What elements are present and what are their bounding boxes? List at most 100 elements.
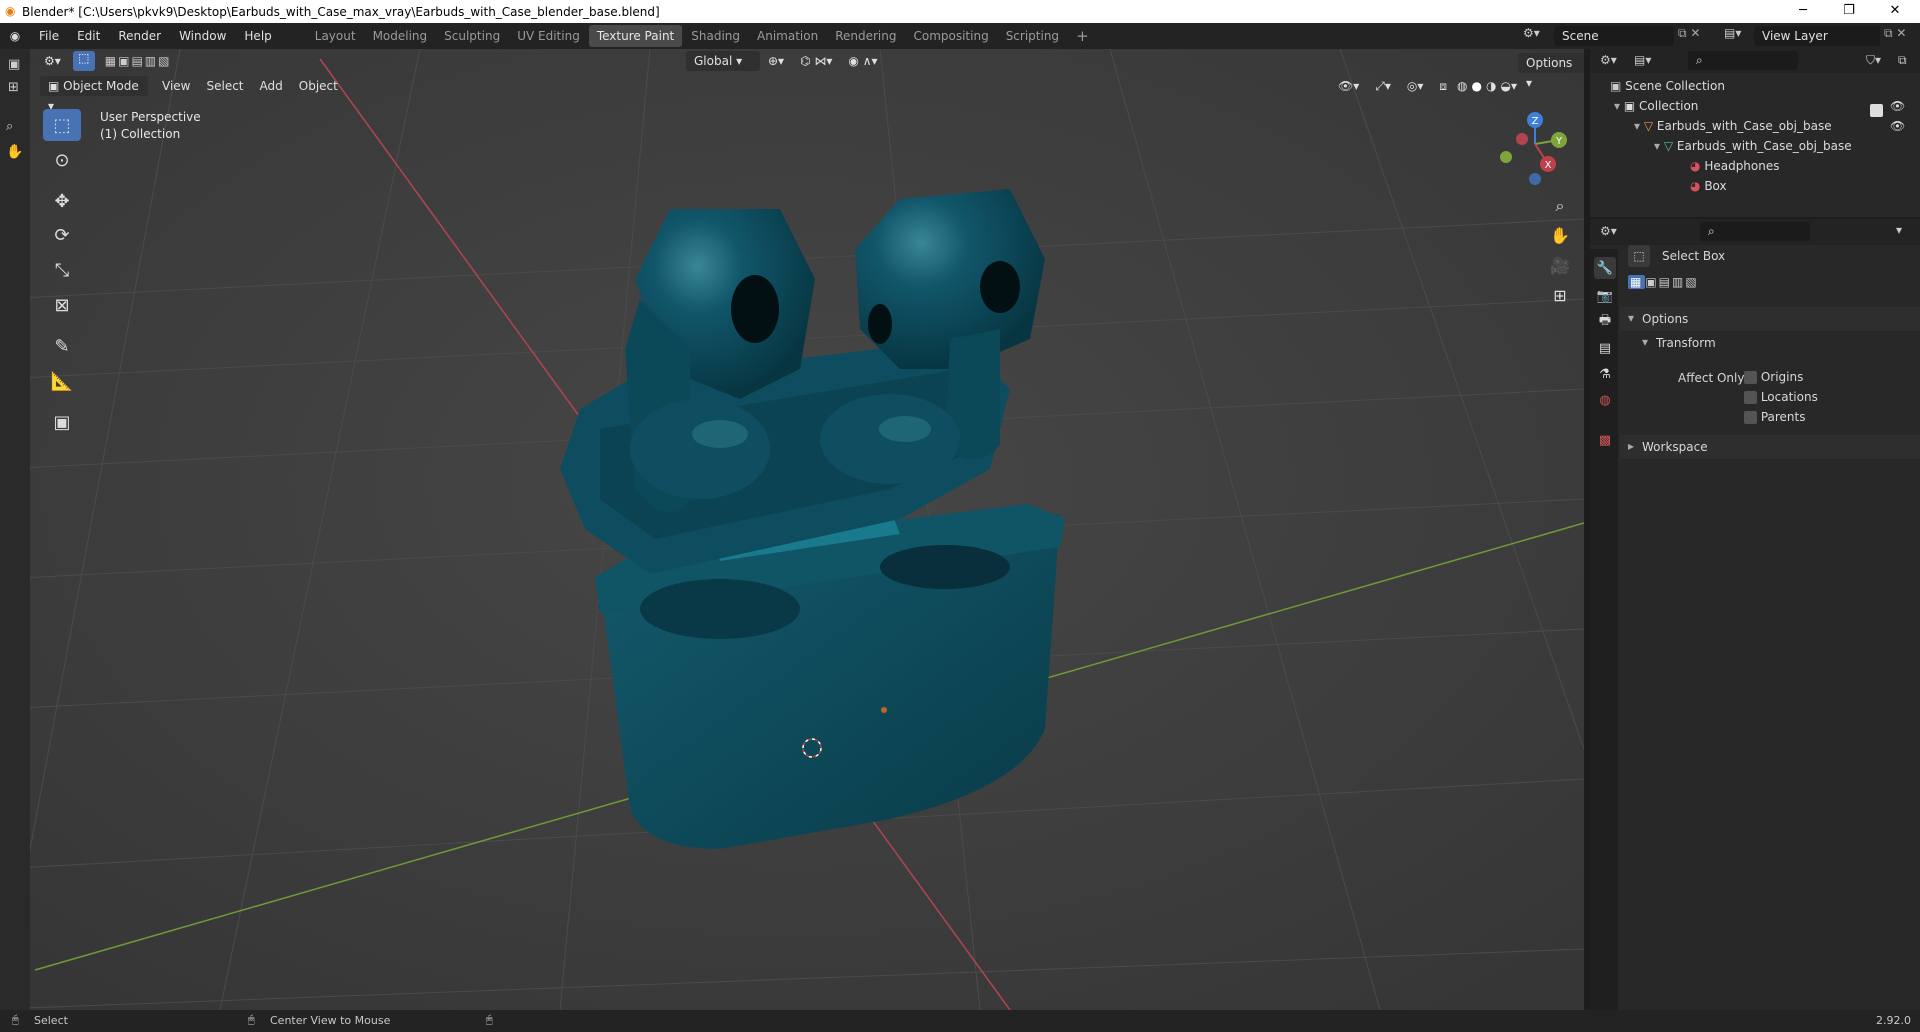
pan-hand-icon[interactable]: ✋ [6,144,23,160]
case-led [881,707,887,713]
measure-tool[interactable]: 📐 [43,365,81,397]
tab-modeling[interactable]: Modeling [365,25,436,47]
options-dropdown[interactable]: Options ▾ [1518,53,1584,90]
tab-texture-paint[interactable]: Texture Paint [588,25,683,47]
add-workspace-button[interactable]: + [1068,25,1097,47]
scene-selector[interactable]: Scene [1554,26,1674,46]
viewport-menu-add[interactable]: Add [252,79,291,93]
render-tab-icon[interactable]: 📷 [1594,285,1616,307]
xray-icon[interactable]: ⧈ [1431,79,1455,94]
outliner-item-material[interactable]: ◕ Headphones [1690,156,1780,176]
menu-edit[interactable]: Edit [68,29,109,43]
minimize-button[interactable]: ─ [1780,0,1826,23]
outliner-scene-collection[interactable]: ▣ Scene Collection [1610,76,1725,96]
search-view-icon[interactable]: ⌕ [6,119,13,134]
outliner-item-object[interactable]: ▾ ▽ Earbuds_with_Case_obj_base 👁 [1634,116,1914,136]
tool-settings-icon[interactable]: ⚙▾ [36,54,69,68]
outliner-item-collection[interactable]: ▾ ▣ Collection 👁 [1614,96,1914,117]
tab-uv-editing[interactable]: UV Editing [509,25,588,47]
viewport-menu-view[interactable]: View [154,79,198,93]
filter-icon[interactable]: ⛉▾ [1866,53,1881,68]
zoom-icon[interactable]: ⌕ [1546,192,1574,220]
world-tab-icon[interactable]: ◍ [1594,389,1616,411]
workspace-section-header[interactable]: ▸ Workspace [1620,435,1920,459]
material-shading-icon[interactable]: ◑ [1484,79,1498,93]
tab-sculpting[interactable]: Sculpting [436,25,508,47]
tab-compositing[interactable]: Compositing [905,25,996,47]
tool-tab-icon[interactable]: 🔧 [1594,257,1616,279]
material-icon: ◕ [1690,159,1701,173]
collection-visibility-icon[interactable]: 👁 [1890,96,1905,116]
scene-tab-icon[interactable]: ⚗ [1594,363,1616,385]
rotate-tool[interactable]: ⟳ [43,219,81,251]
tab-shading[interactable]: Shading [683,25,748,47]
options-group: Options ▾ [1518,51,1584,90]
menu-window[interactable]: Window [170,29,235,43]
properties-options-icon[interactable]: ▾ [1896,223,1902,237]
rendered-shading-icon[interactable]: ◒▾ [1498,79,1519,93]
mode-selector[interactable]: ▣ Object Mode ▾ [40,76,148,113]
menu-render[interactable]: Render [109,29,170,43]
options-section-header[interactable]: ▾ Options [1620,307,1920,331]
proportional-edit-icon[interactable]: ◉ ∧▾ [840,54,885,68]
close-button[interactable]: ✕ [1872,0,1918,23]
origins-checkbox[interactable]: Origins [1744,370,1803,384]
new-view-layer-icon[interactable]: ⧉ ✕ [1884,26,1906,41]
tab-rendering[interactable]: Rendering [827,25,904,47]
gizmo-toggle-icon[interactable]: ⤢▾ [1367,79,1399,94]
window-titlebar: ◉ Blender* [C:\Users\pkvk9\Desktop\Earbu… [0,0,1920,23]
selection-mode-icons[interactable]: ▦▣▤▥▧ [105,54,172,68]
add-cube-tool[interactable]: ▣ [43,406,81,438]
move-tool[interactable]: ✥ [43,185,81,217]
select-box-tool[interactable]: ⬚ [43,109,81,141]
transform-orientation-dropdown[interactable]: Global ▾ [686,51,760,71]
pan-icon[interactable]: ✋ [1546,221,1574,249]
overlays-icon[interactable]: ◎▾ [1399,79,1432,93]
pivot-point-icon[interactable]: ⊕▾ [760,54,792,68]
locations-checkbox[interactable]: Locations [1744,390,1818,404]
view-layer-selector[interactable]: View Layer [1754,26,1880,46]
outliner-editor-icon[interactable]: ⚙▾ [1600,53,1617,67]
view-layer-icon[interactable]: ▤▾ [1724,26,1741,40]
scale-tool[interactable]: ⤡ [43,254,81,286]
wireframe-shading-icon[interactable]: ◍ [1455,79,1469,93]
new-scene-icon[interactable]: ⧉ ✕ [1678,26,1700,41]
outliner-item-material[interactable]: ◕ Box [1690,176,1727,196]
perspective-toggle-icon[interactable]: ⊞ [1546,281,1574,309]
select-tool-indicator-icon[interactable]: ⬚ [72,51,95,71]
outliner-search-input[interactable]: ⌕ [1688,51,1798,70]
outliner-item-mesh[interactable]: ▾ ▽ Earbuds_with_Case_obj_base [1654,136,1852,156]
cursor-tool[interactable]: ⊙ [43,144,81,176]
menu-file[interactable]: File [30,29,68,43]
annotate-tool[interactable]: ✎ [43,330,81,362]
3d-viewport[interactable]: Z Y X ▣ ⊞ ⌕ ✋ ⚙▾ ⬚ ▦▣▤▥▧ Global ▾ ⊕▾ ⌬ ⋈… [0,49,1584,1010]
transform-tool[interactable]: ⊠ [43,289,81,321]
tool-mode-icons[interactable]: ▦ ▣▤▥▧ [1628,275,1699,289]
outliner-header: ⚙▾ ▤▾ ⌕ ⛉▾ ⧉ [1590,49,1920,73]
viewport-menu-object[interactable]: Object [291,79,346,93]
menu-help[interactable]: Help [235,29,280,43]
tab-scripting[interactable]: Scripting [998,25,1067,47]
parents-checkbox[interactable]: Parents [1744,410,1806,424]
view-layer-tab-icon[interactable]: ▤ [1594,337,1616,359]
output-tab-icon[interactable]: 🖶 [1594,311,1616,333]
texture-tab-icon[interactable]: ▩ [1594,429,1616,451]
maximize-button[interactable]: ❐ [1826,0,1872,23]
scene-icon[interactable]: ⚙▾ [1523,26,1540,40]
new-collection-icon[interactable]: ⧉ [1898,53,1907,68]
viewport-menu-select[interactable]: Select [198,79,251,93]
grid-icon[interactable]: ⊞ [8,80,19,95]
camera-view-icon[interactable]: 🎥 [1546,251,1574,279]
blender-menu-icon[interactable]: ◉ [0,29,30,43]
editor-type-icon[interactable]: ▣ [8,57,20,72]
snap-icon[interactable]: ⌬ ⋈▾ [792,54,840,68]
properties-search-input[interactable]: ⌕ [1700,222,1810,241]
display-mode-icon[interactable]: ▤▾ [1634,53,1651,67]
object-visibility-icon[interactable]: 👁 [1890,116,1905,136]
properties-editor-icon[interactable]: ⚙▾ [1600,224,1617,238]
visibility-icon[interactable]: 👁▾ [1330,79,1367,93]
transform-subsection-header[interactable]: ▾ Transform [1620,331,1920,355]
tab-animation[interactable]: Animation [749,25,826,47]
solid-shading-icon[interactable]: ● [1470,79,1484,93]
tab-layout[interactable]: Layout [307,25,364,47]
